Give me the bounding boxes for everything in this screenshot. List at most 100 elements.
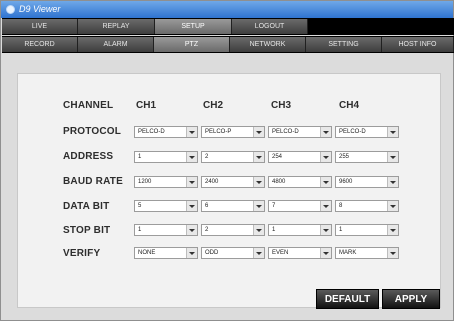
apply-button[interactable]: APPLY [382,289,440,309]
protocol-label: PROTOCOL [63,126,122,137]
ch2-baud-rate-select[interactable]: 2400 [201,176,265,188]
select-value: 2 [205,227,209,233]
ch1-baud-rate-select[interactable]: 1200 [134,176,198,188]
ch2-protocol-select[interactable]: PELCO-P [201,126,265,138]
select-value: 2400 [205,179,219,185]
chevron-down-icon[interactable] [320,152,331,162]
chevron-down-icon[interactable] [387,127,398,137]
select-value: 5 [138,203,142,209]
top-nav: LIVE REPLAY SETUP LOGOUT [2,18,454,35]
select-value: PELCO-P [205,129,232,135]
select-value: MARK [339,250,357,256]
baud-rate-label: BAUD RATE [63,176,123,187]
ch2-address-select[interactable]: 2 [201,151,265,163]
chevron-down-icon[interactable] [253,248,264,258]
ch1-address-select[interactable]: 1 [134,151,198,163]
chevron-down-icon[interactable] [253,152,264,162]
chevron-down-icon[interactable] [387,201,398,211]
ch2-stop-bit-select[interactable]: 2 [201,224,265,236]
select-value: 6 [205,203,209,209]
ch4-protocol-select[interactable]: PELCO-D [335,126,399,138]
channel-label: CHANNEL [63,100,114,111]
chevron-down-icon[interactable] [253,177,264,187]
tab-replay[interactable]: REPLAY [78,19,155,34]
chevron-down-icon[interactable] [387,177,398,187]
ch2-data-bit-select[interactable]: 6 [201,200,265,212]
select-value: 1 [138,227,142,233]
subtab-alarm[interactable]: ALARM [78,37,154,52]
chevron-down-icon[interactable] [186,177,197,187]
tab-setup[interactable]: SETUP [155,19,232,34]
window-title: D9 Viewer [19,4,61,14]
app-icon [6,5,15,14]
address-label: ADDRESS [63,151,114,162]
default-button[interactable]: DEFAULT [316,289,379,309]
chevron-down-icon[interactable] [186,127,197,137]
data-bit-label: DATA BIT [63,201,110,212]
select-value: 1 [138,154,142,160]
ch3-data-bit-select[interactable]: 7 [268,200,332,212]
ch2-verify-select[interactable]: ODD [201,247,265,259]
ch1-data-bit-select[interactable]: 5 [134,200,198,212]
chevron-down-icon[interactable] [320,248,331,258]
subtab-host-info[interactable]: HOST INFO [382,37,454,52]
ch4-address-select[interactable]: 255 [335,151,399,163]
select-value: 9600 [339,179,353,185]
ch1-verify-select[interactable]: NONE [134,247,198,259]
select-value: 1 [339,227,343,233]
chevron-down-icon[interactable] [320,177,331,187]
select-value: PELCO-D [339,129,366,135]
chevron-down-icon[interactable] [387,248,398,258]
ch4-header: CH4 [339,100,360,111]
ch3-header: CH3 [271,100,292,111]
ch3-stop-bit-select[interactable]: 1 [268,224,332,236]
chevron-down-icon[interactable] [320,127,331,137]
ch3-address-select[interactable]: 254 [268,151,332,163]
subtab-setting[interactable]: SETTING [306,37,382,52]
ch4-data-bit-select[interactable]: 8 [335,200,399,212]
select-value: 2 [205,154,209,160]
ch1-header: CH1 [136,100,157,111]
ch3-baud-rate-select[interactable]: 4800 [268,176,332,188]
select-value: PELCO-D [272,129,299,135]
tab-logout[interactable]: LOGOUT [232,19,308,34]
select-value: 8 [339,203,343,209]
ch2-header: CH2 [203,100,224,111]
d9-viewer-window: D9 Viewer LIVE REPLAY SETUP LOGOUT RECOR… [0,0,454,321]
stop-bit-label: STOP BIT [63,225,111,236]
ch3-verify-select[interactable]: EVEN [268,247,332,259]
select-value: 1 [272,227,276,233]
select-value: 255 [339,154,350,160]
subtab-ptz[interactable]: PTZ [154,37,230,52]
chevron-down-icon[interactable] [186,248,197,258]
ch3-protocol-select[interactable]: PELCO-D [268,126,332,138]
select-value: 254 [272,154,283,160]
chevron-down-icon[interactable] [186,152,197,162]
chevron-down-icon[interactable] [320,225,331,235]
chevron-down-icon[interactable] [387,225,398,235]
select-value: EVEN [272,250,289,256]
chevron-down-icon[interactable] [387,152,398,162]
select-value: 1200 [138,179,152,185]
tab-live[interactable]: LIVE [2,19,78,34]
chevron-down-icon[interactable] [320,201,331,211]
verify-label: VERIFY [63,248,101,259]
ch4-verify-select[interactable]: MARK [335,247,399,259]
select-value: PELCO-D [138,129,165,135]
chevron-down-icon[interactable] [253,127,264,137]
subtab-network[interactable]: NETWORK [230,37,306,52]
title-bar: D9 Viewer [1,1,453,18]
ch1-stop-bit-select[interactable]: 1 [134,224,198,236]
ch1-protocol-select[interactable]: PELCO-D [134,126,198,138]
select-value: 4800 [272,179,286,185]
select-value: NONE [138,250,156,256]
chevron-down-icon[interactable] [186,225,197,235]
chevron-down-icon[interactable] [253,201,264,211]
ch4-baud-rate-select[interactable]: 9600 [335,176,399,188]
chevron-down-icon[interactable] [186,201,197,211]
ch4-stop-bit-select[interactable]: 1 [335,224,399,236]
sub-nav: RECORD ALARM PTZ NETWORK SETTING HOST IN… [2,36,454,53]
chevron-down-icon[interactable] [253,225,264,235]
select-value: 7 [272,203,276,209]
subtab-record[interactable]: RECORD [2,37,78,52]
